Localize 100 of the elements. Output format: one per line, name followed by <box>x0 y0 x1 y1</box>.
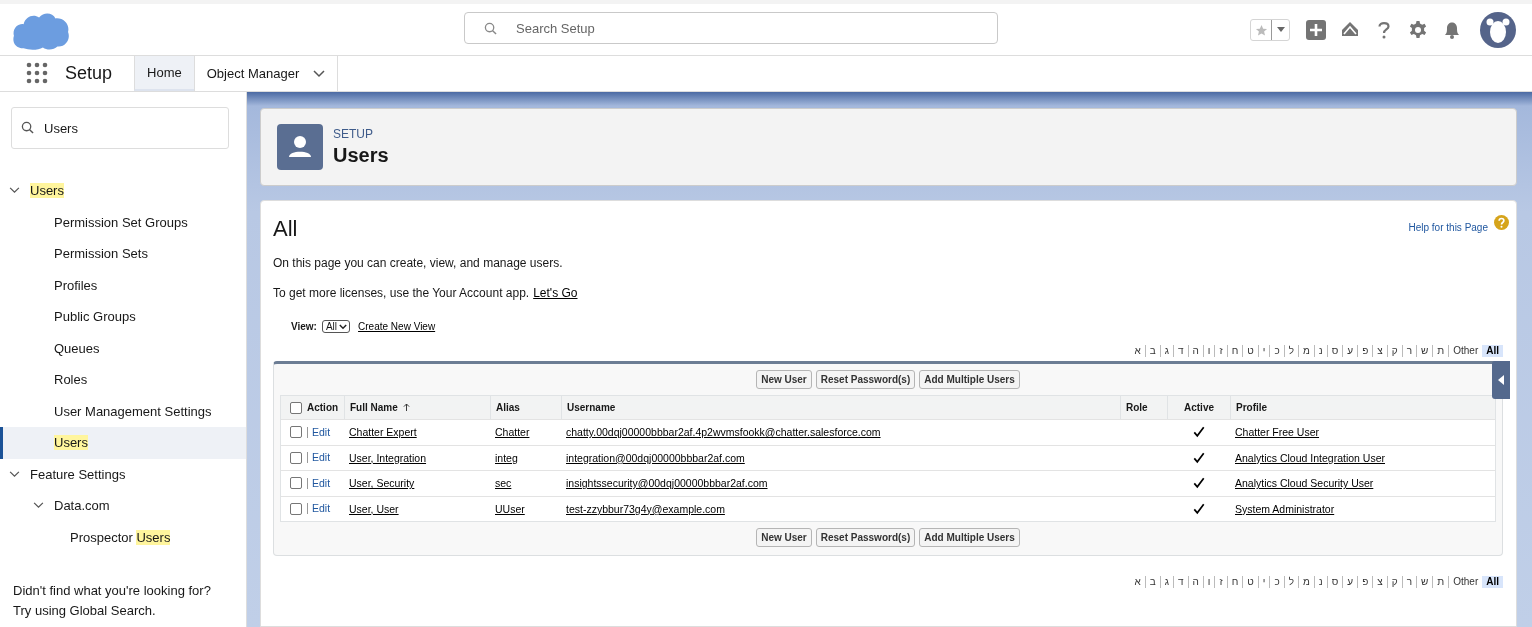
letter-filter[interactable]: כ <box>1269 576 1284 588</box>
letter-filter[interactable]: ע <box>1342 576 1358 588</box>
tree-item[interactable]: Feature Settings <box>30 466 126 482</box>
select-all-checkbox[interactable] <box>290 401 302 414</box>
letter-filter[interactable]: ה <box>1187 345 1203 357</box>
avatar-icon[interactable] <box>1480 11 1516 48</box>
view-select[interactable]: All <box>321 320 351 333</box>
row-checkbox[interactable] <box>290 451 302 464</box>
column-header[interactable]: Alias <box>496 402 520 413</box>
tree-item[interactable]: Permission Sets <box>54 246 148 262</box>
chevron-icon[interactable] <box>9 470 20 478</box>
nav-tab[interactable]: Home <box>134 56 194 91</box>
column-header[interactable]: Action <box>307 402 339 413</box>
tree-item[interactable]: Prospector Users <box>70 529 171 545</box>
letter-filter[interactable]: ח <box>1226 345 1243 357</box>
favorites-button[interactable] <box>1250 18 1290 41</box>
row-checkbox[interactable] <box>290 502 302 515</box>
alias-link[interactable]: sec <box>495 477 512 490</box>
settings-icon[interactable] <box>1408 19 1428 40</box>
collapse-tab[interactable] <box>1492 361 1510 399</box>
tree-item[interactable]: User Management Settings <box>54 403 212 419</box>
letter-filter[interactable]: ז <box>1214 576 1227 588</box>
letter-filter[interactable]: ש <box>1415 345 1433 357</box>
letter-filter[interactable]: ד <box>1172 576 1188 588</box>
alias-link[interactable]: integ <box>495 451 518 464</box>
full-name-link[interactable]: User, Integration <box>349 451 427 464</box>
tree-item[interactable]: Queues <box>54 340 100 356</box>
profile-link[interactable]: System Administrator <box>1235 502 1335 515</box>
row-checkbox[interactable] <box>290 426 302 439</box>
tree-item[interactable]: Profiles <box>54 277 98 293</box>
letter-filter[interactable]: ז <box>1214 345 1227 357</box>
chevron-icon[interactable] <box>33 502 44 510</box>
letter-filter[interactable]: נ <box>1313 576 1327 588</box>
letter-filter[interactable]: ר <box>1401 345 1416 357</box>
action-button[interactable]: Add Multiple Users <box>919 528 1020 547</box>
add-icon[interactable] <box>1306 19 1326 40</box>
letter-filter[interactable]: ת <box>1432 576 1449 588</box>
tree-item[interactable]: Public Groups <box>54 309 136 325</box>
column-header[interactable]: Full Name <box>350 402 398 413</box>
letter-filter[interactable]: ל <box>1283 345 1298 357</box>
letter-filter[interactable]: ל <box>1283 576 1298 588</box>
letter-filter[interactable]: א <box>1130 345 1145 357</box>
tree-item[interactable]: Users <box>30 183 64 199</box>
action-button[interactable]: Reset Password(s) <box>815 528 916 547</box>
help-link[interactable]: Help for this Page <box>1408 222 1488 233</box>
letter-filter[interactable]: ס <box>1326 576 1343 588</box>
action-button[interactable]: New User <box>756 370 812 389</box>
letter-filter[interactable]: ט <box>1242 345 1258 357</box>
letter-filter[interactable]: ו <box>1202 345 1215 357</box>
letter-filter[interactable]: ט <box>1242 576 1258 588</box>
nav-tab[interactable]: Object Manager <box>193 56 339 91</box>
column-header[interactable]: Active <box>1184 402 1214 413</box>
letter-filter[interactable]: נ <box>1313 345 1327 357</box>
letter-filter[interactable]: ע <box>1342 345 1358 357</box>
letter-filter[interactable]: Other <box>1448 345 1483 357</box>
letter-filter[interactable]: י <box>1257 576 1270 588</box>
row-checkbox[interactable] <box>290 477 302 490</box>
quick-find-field[interactable]: Users <box>11 107 229 149</box>
full-name-link[interactable]: User, User <box>349 502 399 515</box>
letter-filter[interactable]: פ <box>1357 576 1373 588</box>
tree-item[interactable]: Data.com <box>54 498 110 514</box>
letter-filter[interactable]: ק <box>1386 345 1402 357</box>
letter-filter[interactable]: ת <box>1432 345 1449 357</box>
letter-filter[interactable]: צ <box>1372 576 1387 588</box>
full-name-link[interactable]: User, Security <box>349 477 415 490</box>
letter-filter[interactable]: ר <box>1401 576 1416 588</box>
username-link[interactable]: chatty.00dqj00000bbbar2af.4p2wvmsfookk@chatter.salesforce.com <box>566 426 881 439</box>
letter-filter[interactable]: א <box>1130 576 1145 588</box>
letter-filter[interactable]: ג <box>1159 576 1173 588</box>
letter-filter[interactable]: כ <box>1269 345 1284 357</box>
letter-filter[interactable]: מ <box>1298 345 1314 357</box>
tree-item[interactable]: Roles <box>54 372 88 388</box>
column-header[interactable]: Profile <box>1236 402 1268 413</box>
letter-filter[interactable]: מ <box>1298 576 1314 588</box>
profile-link[interactable]: Analytics Cloud Integration User <box>1235 451 1385 464</box>
edit-link[interactable]: Edit <box>307 426 331 438</box>
action-button[interactable]: Add Multiple Users <box>919 370 1020 389</box>
letter-filter[interactable]: ב <box>1144 576 1160 588</box>
full-name-link[interactable]: Chatter Expert <box>349 426 417 439</box>
create-view-link[interactable]: Create New View <box>358 321 436 332</box>
column-header[interactable]: Role <box>1126 402 1148 413</box>
search-field[interactable]: Search Setup <box>464 12 998 44</box>
letter-filter[interactable]: All <box>1482 576 1503 588</box>
letter-filter[interactable]: ו <box>1202 576 1215 588</box>
letter-filter[interactable]: ס <box>1326 345 1343 357</box>
letter-filter[interactable]: פ <box>1357 345 1373 357</box>
letter-filter[interactable]: צ <box>1372 345 1387 357</box>
edit-link[interactable]: Edit <box>307 477 331 489</box>
profile-link[interactable]: Chatter Free User <box>1235 426 1320 439</box>
lets-go-link[interactable]: Let's Go <box>533 286 578 300</box>
letter-filter[interactable]: ח <box>1226 576 1243 588</box>
letter-filter[interactable]: ג <box>1159 345 1173 357</box>
column-header[interactable]: Username <box>567 402 616 413</box>
letter-filter[interactable]: ש <box>1415 576 1433 588</box>
username-link[interactable]: test-zzybbur73g4y@example.com <box>566 502 725 515</box>
letter-filter[interactable]: Other <box>1448 576 1483 588</box>
tree-item[interactable]: Users <box>54 435 88 451</box>
chevron-icon[interactable] <box>9 187 20 195</box>
letter-filter[interactable]: י <box>1257 345 1270 357</box>
alias-link[interactable]: UUser <box>495 502 525 515</box>
